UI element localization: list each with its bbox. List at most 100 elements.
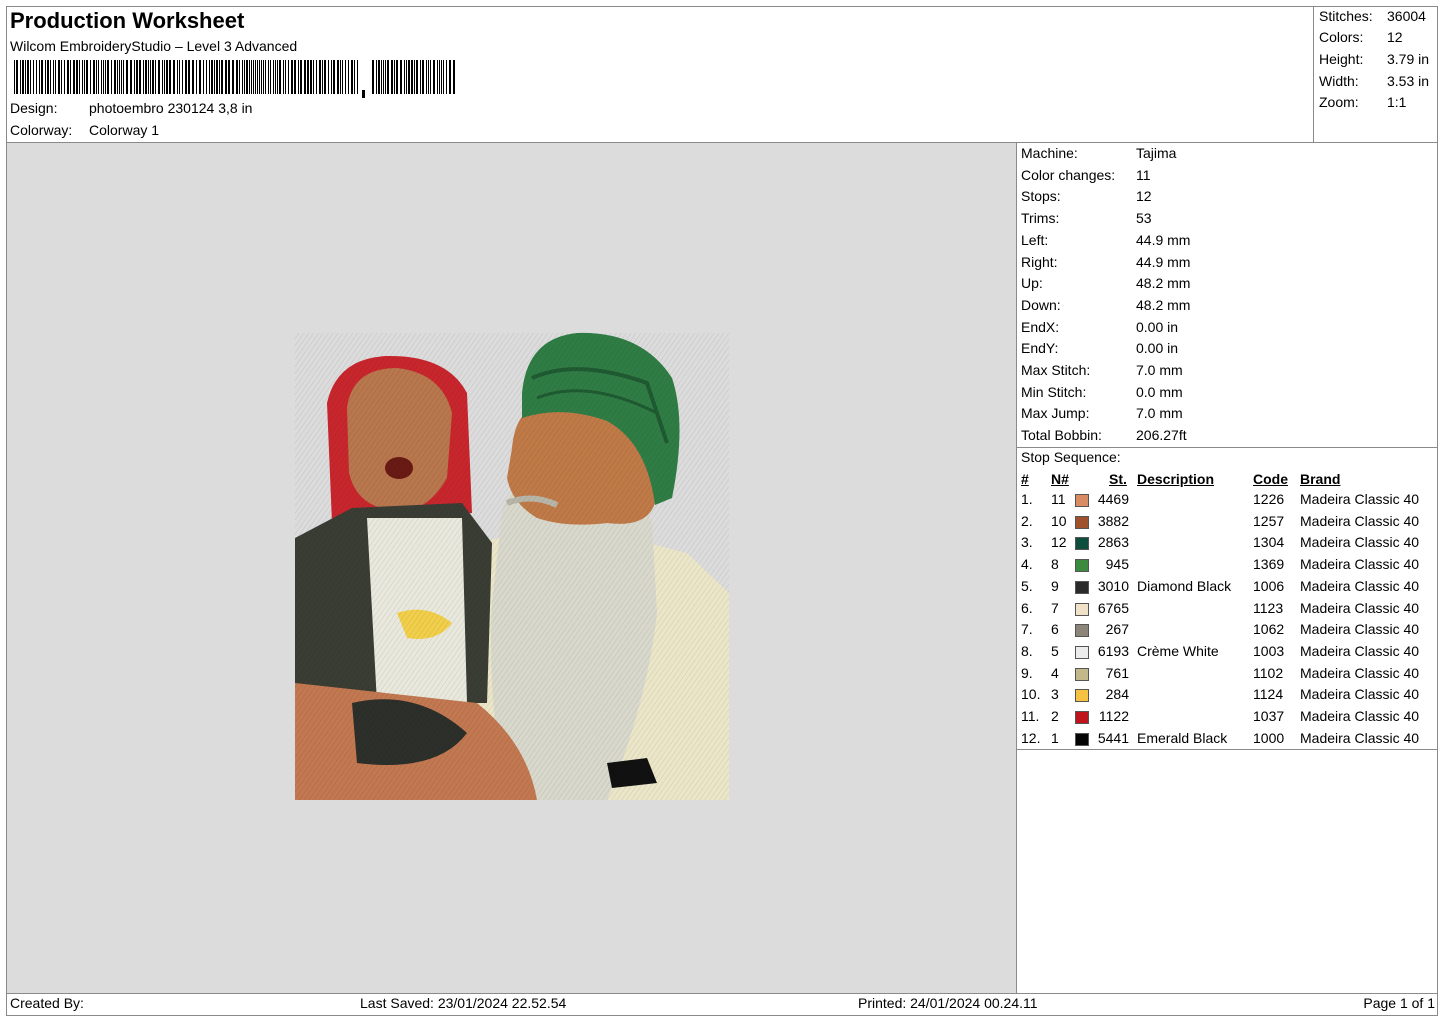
machine-info-label: Right: [1021,253,1058,270]
cell-num: 6. [1021,599,1033,616]
machine-info-value: 48.2 mm [1136,296,1191,313]
page-number: Page 1 of 1 [1363,995,1435,1011]
color-swatch [1075,732,1089,746]
cell-brand: Madeira Classic 40 [1300,686,1420,703]
cell-num: 10. [1021,686,1041,703]
cell-num: 9. [1021,664,1033,681]
machine-info-value: 206.27ft [1136,427,1187,444]
color-swatch [1075,645,1089,659]
cell-st: 1122 [1098,708,1129,724]
cell-st: 3010 [1097,577,1129,594]
machine-info-label: Total Bobbin: [1021,427,1102,444]
machine-info-row: Color changes: 11 [1021,167,1151,183]
machine-info-row: Max Stitch: 7.0 mm [1021,362,1183,378]
cell-n: 2 [1051,708,1059,724]
stat-row: Zoom: 1:1 [1319,94,1406,110]
cell-code: 1257 [1253,512,1285,529]
machine-info-label: Min Stitch: [1021,383,1087,400]
cell-code: 1006 [1253,577,1285,594]
col-header-n: N# [1051,471,1069,487]
machine-info-value: 0.00 in [1136,318,1179,335]
design-value: photoembro 230124 3,8 in [89,100,253,116]
stat-label: Colors: [1319,29,1364,45]
design-preview [7,143,1017,993]
machine-info-value: Tajima [1136,145,1177,161]
machine-info-value: 7.0 mm [1136,362,1183,378]
cell-num: 5. [1021,577,1033,594]
cell-st: 6765 [1097,599,1129,616]
divider [1017,447,1438,448]
cell-n: 12 [1051,534,1067,551]
stop-sequence-row: 11. 2 1122 1037 Madeira Classic 40 [1017,708,1438,730]
machine-info-label: Machine: [1021,145,1078,161]
color-swatch [1075,689,1089,703]
cell-st: 284 [1105,686,1129,703]
cell-num: 2. [1021,512,1033,529]
stop-sequence-row: 9. 4 761 1102 Madeira Classic 40 [1017,665,1438,687]
cell-n: 10 [1051,512,1067,529]
stat-row: Width: 3.53 in [1319,73,1429,89]
stop-sequence-row: 10. 3 284 1124 Madeira Classic 40 [1017,686,1438,708]
cell-st: 761 [1105,664,1129,681]
machine-info-row: EndX: 0.00 in [1021,319,1178,335]
stop-sequence-row: 4. 8 945 1369 Madeira Classic 40 [1017,556,1438,578]
cell-st: 5441 [1097,729,1129,746]
cell-n: 7 [1051,599,1059,616]
cell-st: 267 [1105,621,1129,638]
color-swatch [1075,667,1089,681]
cell-n: 4 [1051,664,1059,681]
cell-n: 9 [1051,577,1059,594]
cell-code: 1124 [1253,686,1284,703]
col-header-num: # [1021,471,1029,487]
color-swatch [1075,559,1089,573]
cell-code: 1123 [1253,599,1284,616]
cell-n: 5 [1051,642,1059,659]
stop-sequence-row: 6. 7 6765 1123 Madeira Classic 40 [1017,600,1438,622]
cell-brand: Madeira Classic 40 [1300,642,1420,659]
design-stats: Stitches: 36004 Colors: 12 Height: 3.79 in … [1314,6,1438,143]
cell-description: Crème White [1137,642,1219,659]
colorway-row: Colorway: Colorway 1 [10,122,159,138]
stop-sequence-row: 5. 9 3010 Diamond Black 1006 Madeira Classic … [1017,578,1438,600]
cell-code: 1369 [1253,556,1285,573]
cell-brand: Madeira Classic 40 [1300,708,1420,724]
stop-sequence-row: 7. 6 267 1062 Madeira Classic 40 [1017,621,1438,643]
col-header-description: Description [1137,471,1215,487]
cell-n: 1 [1051,729,1059,746]
design-row: Design: photoembro 230124 3,8 in [10,100,252,116]
stat-value: 3.79 in [1387,51,1430,67]
cell-st: 945 [1105,556,1129,573]
machine-info-row: Stops: 12 [1021,188,1152,204]
cell-brand: Madeira Classic 40 [1300,664,1420,681]
machine-info-value: 7.0 mm [1136,405,1183,422]
stat-row: Colors: 12 [1319,29,1403,45]
stat-value: 3.53 in [1387,73,1430,89]
stat-label: Height: [1319,51,1364,67]
machine-info-row: Up: 48.2 mm [1021,275,1190,291]
stop-sequence-title: Stop Sequence: [1021,449,1121,465]
machine-info-value: 48.2 mm [1136,275,1191,292]
machine-info-value: 0.00 in [1136,340,1179,357]
machine-info-label: Max Stitch: [1021,362,1091,378]
cell-description: Emerald Black [1137,729,1228,746]
stat-value: 1:1 [1387,94,1407,110]
divider [1017,749,1438,750]
software-name: Wilcom EmbroideryStudio – Level 3 Advanc… [10,38,298,54]
machine-info-row: Right: 44.9 mm [1021,254,1190,270]
cell-brand: Madeira Classic 40 [1300,512,1420,529]
machine-info-label: Color changes: [1021,166,1116,183]
cell-brand: Madeira Classic 40 [1300,729,1420,746]
machine-info-label: Left: [1021,231,1049,248]
cell-code: 1062 [1253,621,1285,638]
machine-info-label: EndY: [1021,340,1059,357]
machine-info-value: 44.9 mm [1136,231,1191,248]
col-header-stitches: St. [1109,471,1127,487]
machine-info-value: 0.0 mm [1136,383,1183,400]
cell-code: 1102 [1253,664,1284,681]
cell-n: 6 [1051,621,1059,638]
cell-n: 8 [1051,556,1059,573]
stat-row: Stitches: 36004 [1319,8,1426,24]
worksheet-header: Production Worksheet Wilcom EmbroiderySt… [6,6,1314,143]
color-swatch [1075,624,1089,638]
stat-label: Width: [1319,73,1359,89]
